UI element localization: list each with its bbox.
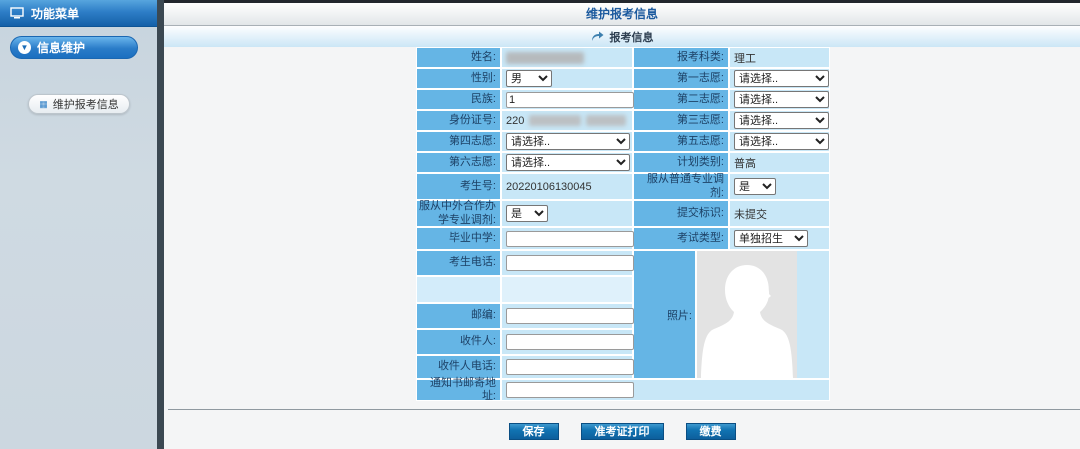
obey-coop-adjust-cell: 是: [502, 201, 632, 226]
print-admission-ticket-button[interactable]: 准考证打印: [581, 423, 664, 440]
empty-cell: [502, 277, 632, 302]
choice-4-select[interactable]: 请选择..: [506, 133, 630, 150]
obey-general-adjust-select[interactable]: 是: [734, 178, 776, 195]
mail-address-input[interactable]: [506, 382, 634, 398]
exam-category-label: 报考科类:: [634, 48, 728, 67]
ethnicity-input[interactable]: [506, 92, 634, 108]
graduate-school-input[interactable]: [506, 231, 634, 247]
gender-cell: 男: [502, 69, 632, 88]
id-number-label: 身份证号:: [417, 111, 500, 130]
recipient-label: 收件人:: [417, 330, 500, 354]
sidebar-item-info-maintenance[interactable]: ▼ 信息维护: [10, 36, 138, 59]
mail-address-label: 通知书邮寄地址:: [417, 380, 500, 400]
candidate-phone-input[interactable]: [506, 255, 634, 271]
monitor-icon: [10, 7, 24, 19]
choice-3-select[interactable]: 请选择..: [734, 112, 829, 129]
photo-label: 照片:: [634, 251, 695, 378]
obey-general-adjust-cell: 是: [730, 174, 829, 199]
candidate-phone-label: 考生电话:: [417, 251, 500, 275]
choice-1-cell: 请选择..: [730, 69, 829, 88]
photo-block: 照片:: [634, 251, 829, 378]
postcode-cell: [502, 304, 632, 328]
postcode-input[interactable]: [506, 308, 634, 324]
photo-placeholder: [697, 251, 797, 378]
candidate-number-label: 考生号:: [417, 174, 500, 199]
submit-status-label: 提交标识:: [634, 201, 728, 226]
graduate-school-cell: [502, 228, 632, 249]
choice-6-cell: 请选择..: [502, 153, 632, 172]
choice-4-label: 第四志愿:: [417, 132, 500, 151]
ethnicity-label: 民族:: [417, 90, 500, 109]
plan-category-label: 计划类别:: [634, 153, 728, 172]
page-title: 维护报考信息: [164, 3, 1080, 26]
choice-3-cell: 请选择..: [730, 111, 829, 130]
recipient-input[interactable]: [506, 334, 634, 350]
choice-2-select[interactable]: 请选择..: [734, 91, 829, 108]
choice-4-cell: 请选择..: [502, 132, 632, 151]
id-number-cell: 220: [502, 111, 632, 130]
submit-status-cell: 未提交: [730, 201, 829, 226]
chevron-down-icon: ▼: [18, 41, 31, 54]
section-title: 报考信息: [610, 29, 654, 45]
choice-3-label: 第三志愿:: [634, 111, 728, 130]
recipient-cell: [502, 330, 632, 354]
name-label: 姓名:: [417, 48, 500, 67]
sidebar-title: 功能菜单: [31, 5, 79, 22]
choice-5-select[interactable]: 请选择..: [734, 133, 829, 150]
exam-category-cell: 理工: [730, 48, 829, 67]
grid-icon: ▦: [39, 100, 48, 109]
gender-label: 性别:: [417, 69, 500, 88]
recipient-phone-label: 收件人电话:: [417, 356, 500, 378]
obey-coop-adjust-select[interactable]: 是: [506, 205, 548, 222]
main-content: 维护报考信息 报考信息 姓名: 报考科类: 理工性别: 男 第一志愿: 请选择.. 民族: 第…: [164, 0, 1080, 449]
registration-form: 姓名: 报考科类: 理工性别: 男 第一志愿: 请选择.. 民族: 第二志愿: 请选择.. 身份证…: [416, 47, 830, 401]
gender-select[interactable]: 男: [506, 70, 552, 87]
mail-address-cell: [502, 380, 829, 400]
submit-status-value: 未提交: [734, 206, 767, 222]
sidebar-item-label: 信息维护: [37, 39, 85, 56]
photo-area: [697, 251, 829, 378]
id-number-value: 220: [506, 115, 626, 127]
obey-coop-adjust-label: 服从中外合作办学专业调剂:: [417, 201, 500, 226]
section-header: 报考信息: [164, 26, 1080, 47]
plan-category-cell: 普高: [730, 153, 829, 172]
choice-6-select[interactable]: 请选择..: [506, 154, 630, 171]
exam-type-select[interactable]: 单独招生: [734, 230, 808, 247]
recipient-phone-cell: [502, 356, 632, 378]
sidebar-item-maintain-registration[interactable]: ▦ 维护报考信息: [28, 94, 130, 114]
name-redacted: [506, 52, 584, 64]
redo-arrow-icon: [591, 31, 604, 42]
recipient-phone-input[interactable]: [506, 359, 634, 375]
exam-type-label: 考试类型:: [634, 228, 728, 249]
footer-divider: [168, 409, 1080, 410]
action-buttons: 保存 准考证打印 缴费: [164, 423, 1080, 440]
empty-label: [417, 277, 500, 302]
postcode-label: 邮编:: [417, 304, 500, 328]
graduate-school-label: 毕业中学:: [417, 228, 500, 249]
choice-1-label: 第一志愿:: [634, 69, 728, 88]
plan-category-value: 普高: [734, 155, 756, 171]
obey-general-adjust-label: 服从普通专业调剂:: [634, 174, 728, 199]
choice-1-select[interactable]: 请选择..: [734, 70, 829, 87]
sidebar: 功能菜单 ▼ 信息维护 ▦ 维护报考信息: [0, 0, 157, 449]
candidate-phone-cell: [502, 251, 632, 275]
choice-2-cell: 请选择..: [730, 90, 829, 109]
candidate-number-value: 20220106130045: [506, 181, 592, 193]
choice-5-label: 第五志愿:: [634, 132, 728, 151]
candidate-number-cell: 20220106130045: [502, 174, 632, 199]
exam-category-value: 理工: [734, 50, 756, 66]
pay-button[interactable]: 缴费: [686, 423, 736, 440]
sidebar-subitem-label: 维护报考信息: [53, 96, 119, 112]
save-button[interactable]: 保存: [509, 423, 559, 440]
choice-5-cell: 请选择..: [730, 132, 829, 151]
choice-6-label: 第六志愿:: [417, 153, 500, 172]
ethnicity-cell: [502, 90, 632, 109]
sidebar-header: 功能菜单: [0, 0, 157, 27]
exam-type-cell: 单独招生: [730, 228, 829, 249]
sidebar-divider: [157, 0, 164, 449]
choice-2-label: 第二志愿:: [634, 90, 728, 109]
name-cell: [502, 48, 632, 67]
